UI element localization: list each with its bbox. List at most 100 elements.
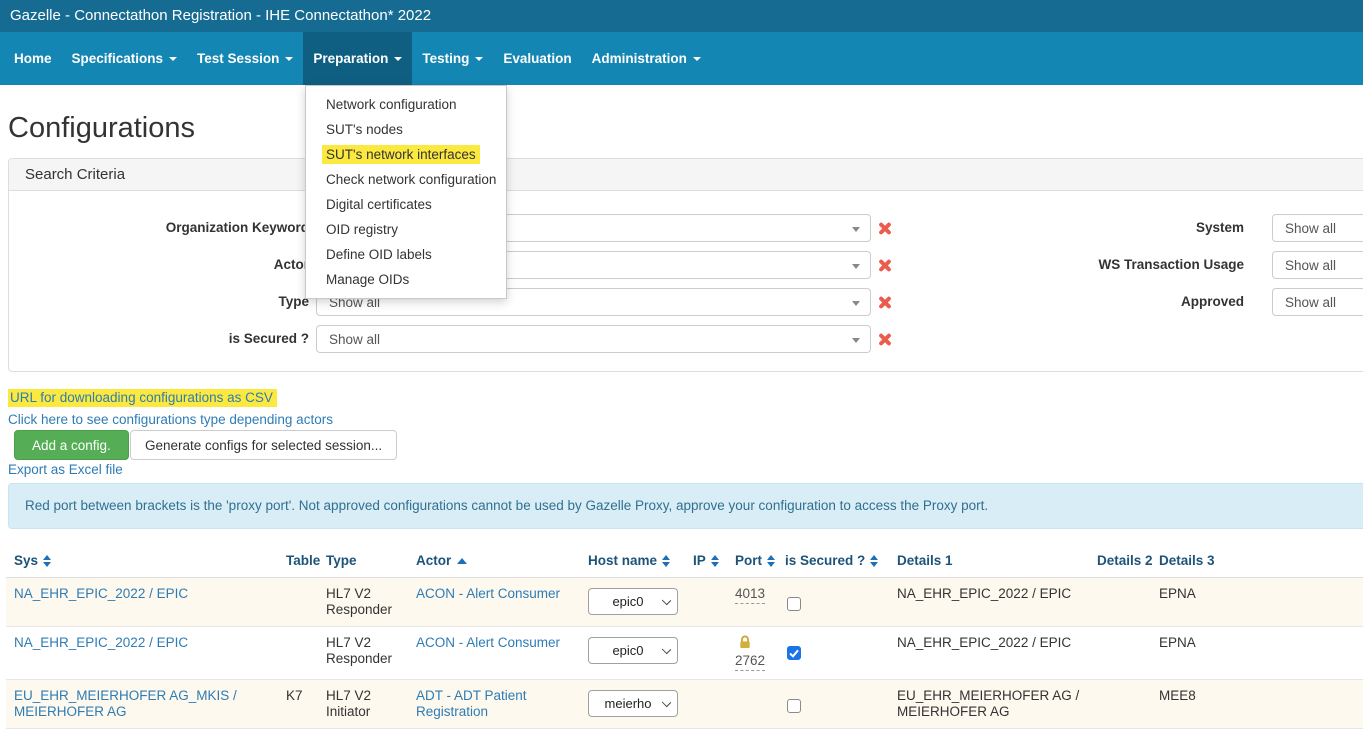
column-header-actor[interactable]: Actor <box>408 545 580 578</box>
cell-type: HL7 V2 Responder <box>318 627 408 680</box>
menu-item-label: SUT's nodes <box>326 122 403 137</box>
is-secured-select[interactable]: Show all <box>316 325 871 353</box>
column-header-label: Details 2 <box>1097 553 1153 568</box>
column-header-label: Host name <box>588 553 657 568</box>
clear-filter-icon[interactable] <box>877 295 893 310</box>
depending-actors-link[interactable]: Click here to see configurations type de… <box>8 412 333 427</box>
nav-item-evaluation[interactable]: Evaluation <box>493 32 581 85</box>
system-select[interactable]: Show all <box>1272 214 1363 242</box>
column-header-host-name[interactable]: Host name <box>580 545 685 578</box>
chevron-down-icon <box>169 57 177 61</box>
host-name-select[interactable]: epic0 <box>588 588 678 615</box>
nav-item-preparation[interactable]: Preparation <box>303 32 412 85</box>
nav-item-label: Evaluation <box>503 51 571 66</box>
menu-item-label: Check network configuration <box>326 172 496 187</box>
menu-item-check-network-configuration[interactable]: Check network configuration <box>306 167 506 192</box>
menu-item-label: Define OID labels <box>326 247 432 262</box>
cell-ip <box>685 729 727 735</box>
column-header-label: Port <box>735 553 762 568</box>
nav-item-specifications[interactable]: Specifications <box>62 32 188 85</box>
nav-item-label: Preparation <box>313 51 388 66</box>
approved-select[interactable]: Show all <box>1272 288 1363 316</box>
cell-actor: ALERT-RPT - Alert Report <box>408 729 580 735</box>
menu-item-network-configuration[interactable]: Network configuration <box>306 92 506 117</box>
menu-item-digital-certificates[interactable]: Digital certificates <box>306 192 506 217</box>
cell-details-2 <box>1089 578 1151 627</box>
cell-port <box>727 680 777 729</box>
ws-transaction-usage-select[interactable]: Show all <box>1272 251 1363 279</box>
menu-item-label: Manage OIDs <box>326 272 409 287</box>
menu-item-label: Digital certificates <box>326 197 432 212</box>
field-label: WS Transaction Usage <box>1021 257 1244 272</box>
cell-port: 2762 <box>727 627 777 680</box>
secured-checkbox[interactable] <box>787 646 801 660</box>
column-header-label: Actor <box>416 553 451 568</box>
nav-items: HomeSpecificationsTest Session Preparatio… <box>0 32 1363 85</box>
field-label: Organization Keyword <box>9 220 309 235</box>
column-header-type: Type <box>318 545 408 578</box>
cell-type: HL7 V2 Initiator <box>318 729 408 735</box>
search-criteria-form: Organization KeywordActorTypeShow allis … <box>9 191 1363 372</box>
csv-download-link[interactable]: URL for downloading configurations as CS… <box>8 390 277 405</box>
clear-filter-icon[interactable] <box>877 258 893 273</box>
actor-link[interactable]: ACON - Alert Consumer <box>416 586 560 601</box>
page-title: Configurations <box>8 112 195 145</box>
actor-link[interactable]: ADT - ADT Patient Registration <box>416 688 527 719</box>
nav-item-test-session[interactable]: Test Session <box>187 32 303 85</box>
system-link[interactable]: NA_EHR_EPIC_2022 / EPIC <box>14 635 188 650</box>
chevron-down-icon <box>662 645 671 654</box>
nav-item-home[interactable]: Home <box>4 32 62 85</box>
app-title: Gazelle - Connectathon Registration - IH… <box>0 0 1363 24</box>
port-value[interactable]: 4013 <box>735 586 765 604</box>
nav-item-administration[interactable]: Administration <box>582 32 711 85</box>
host-name-value: epic0 <box>612 643 653 659</box>
system-link[interactable]: NA_EHR_EPIC_2022 / EPIC <box>14 586 188 601</box>
select-value: Show all <box>1285 258 1336 273</box>
cell-ip <box>685 680 727 729</box>
actor-link[interactable]: ACON - Alert Consumer <box>416 635 560 650</box>
menu-item-sut-s-nodes[interactable]: SUT's nodes <box>306 117 506 142</box>
column-header-port[interactable]: Port <box>727 545 777 578</box>
column-header-label: Details 1 <box>897 553 953 568</box>
cell-is-secured <box>777 729 889 735</box>
proxy-info-banner: Red port between brackets is the 'proxy … <box>8 483 1363 529</box>
column-header-label: Details 3 <box>1159 553 1215 568</box>
column-header-label: Table <box>286 553 320 568</box>
column-header-is-secured[interactable]: is Secured ? <box>777 545 889 578</box>
generate-configs-button[interactable]: Generate configs for selected session... <box>130 430 397 460</box>
export-excel-link[interactable]: Export as Excel file <box>8 462 123 477</box>
menu-item-oid-registry[interactable]: OID registry <box>306 217 506 242</box>
add-config-button[interactable]: Add a config. <box>14 430 129 460</box>
menu-item-define-oid-labels[interactable]: Define OID labels <box>306 242 506 267</box>
system-link[interactable]: EU_EHR_MEIERHOFER AG_MKIS / MEIERHOFER A… <box>14 688 237 719</box>
menu-item-label: OID registry <box>326 222 398 237</box>
menu-item-manage-oids[interactable]: Manage OIDs <box>306 267 506 292</box>
column-header-sys[interactable]: Sys <box>6 545 278 578</box>
column-header-label: Type <box>326 553 357 568</box>
cell-type: HL7 V2 Responder <box>318 578 408 627</box>
field-label: is Secured ? <box>9 331 309 346</box>
column-header-ip[interactable]: IP <box>685 545 727 578</box>
nav-item-testing[interactable]: Testing <box>412 32 493 85</box>
main-navbar: HomeSpecificationsTest Session Preparatio… <box>0 32 1363 85</box>
cell-type: HL7 V2 Initiator <box>318 680 408 729</box>
chevron-down-icon <box>662 698 671 707</box>
clear-filter-icon[interactable] <box>877 221 893 236</box>
cell-table <box>278 578 318 627</box>
cell-table: K7 <box>278 680 318 729</box>
clear-filter-icon[interactable] <box>877 332 893 347</box>
cell-details-1: NA_EHR_EPIC_2022 / EPIC <box>889 627 1089 680</box>
secured-checkbox[interactable] <box>787 699 801 713</box>
secured-checkbox[interactable] <box>787 597 801 611</box>
select-caret-icon <box>852 264 860 269</box>
port-value[interactable]: 2762 <box>735 653 765 671</box>
cell-actor: ACON - Alert Consumer <box>408 627 580 680</box>
nav-item-label: Administration <box>592 51 687 66</box>
host-name-select[interactable]: meierho <box>588 690 678 717</box>
host-name-select[interactable]: epic0 <box>588 637 678 664</box>
field-label: Type <box>9 294 309 309</box>
menu-item-sut-s-network-interfaces[interactable]: SUT's network interfaces <box>306 142 506 167</box>
cell-details-1: NA_GATEWAY_Philips S / <box>889 729 1089 735</box>
cell-details-2 <box>1089 680 1151 729</box>
cell-host-name: meierho <box>580 680 685 729</box>
